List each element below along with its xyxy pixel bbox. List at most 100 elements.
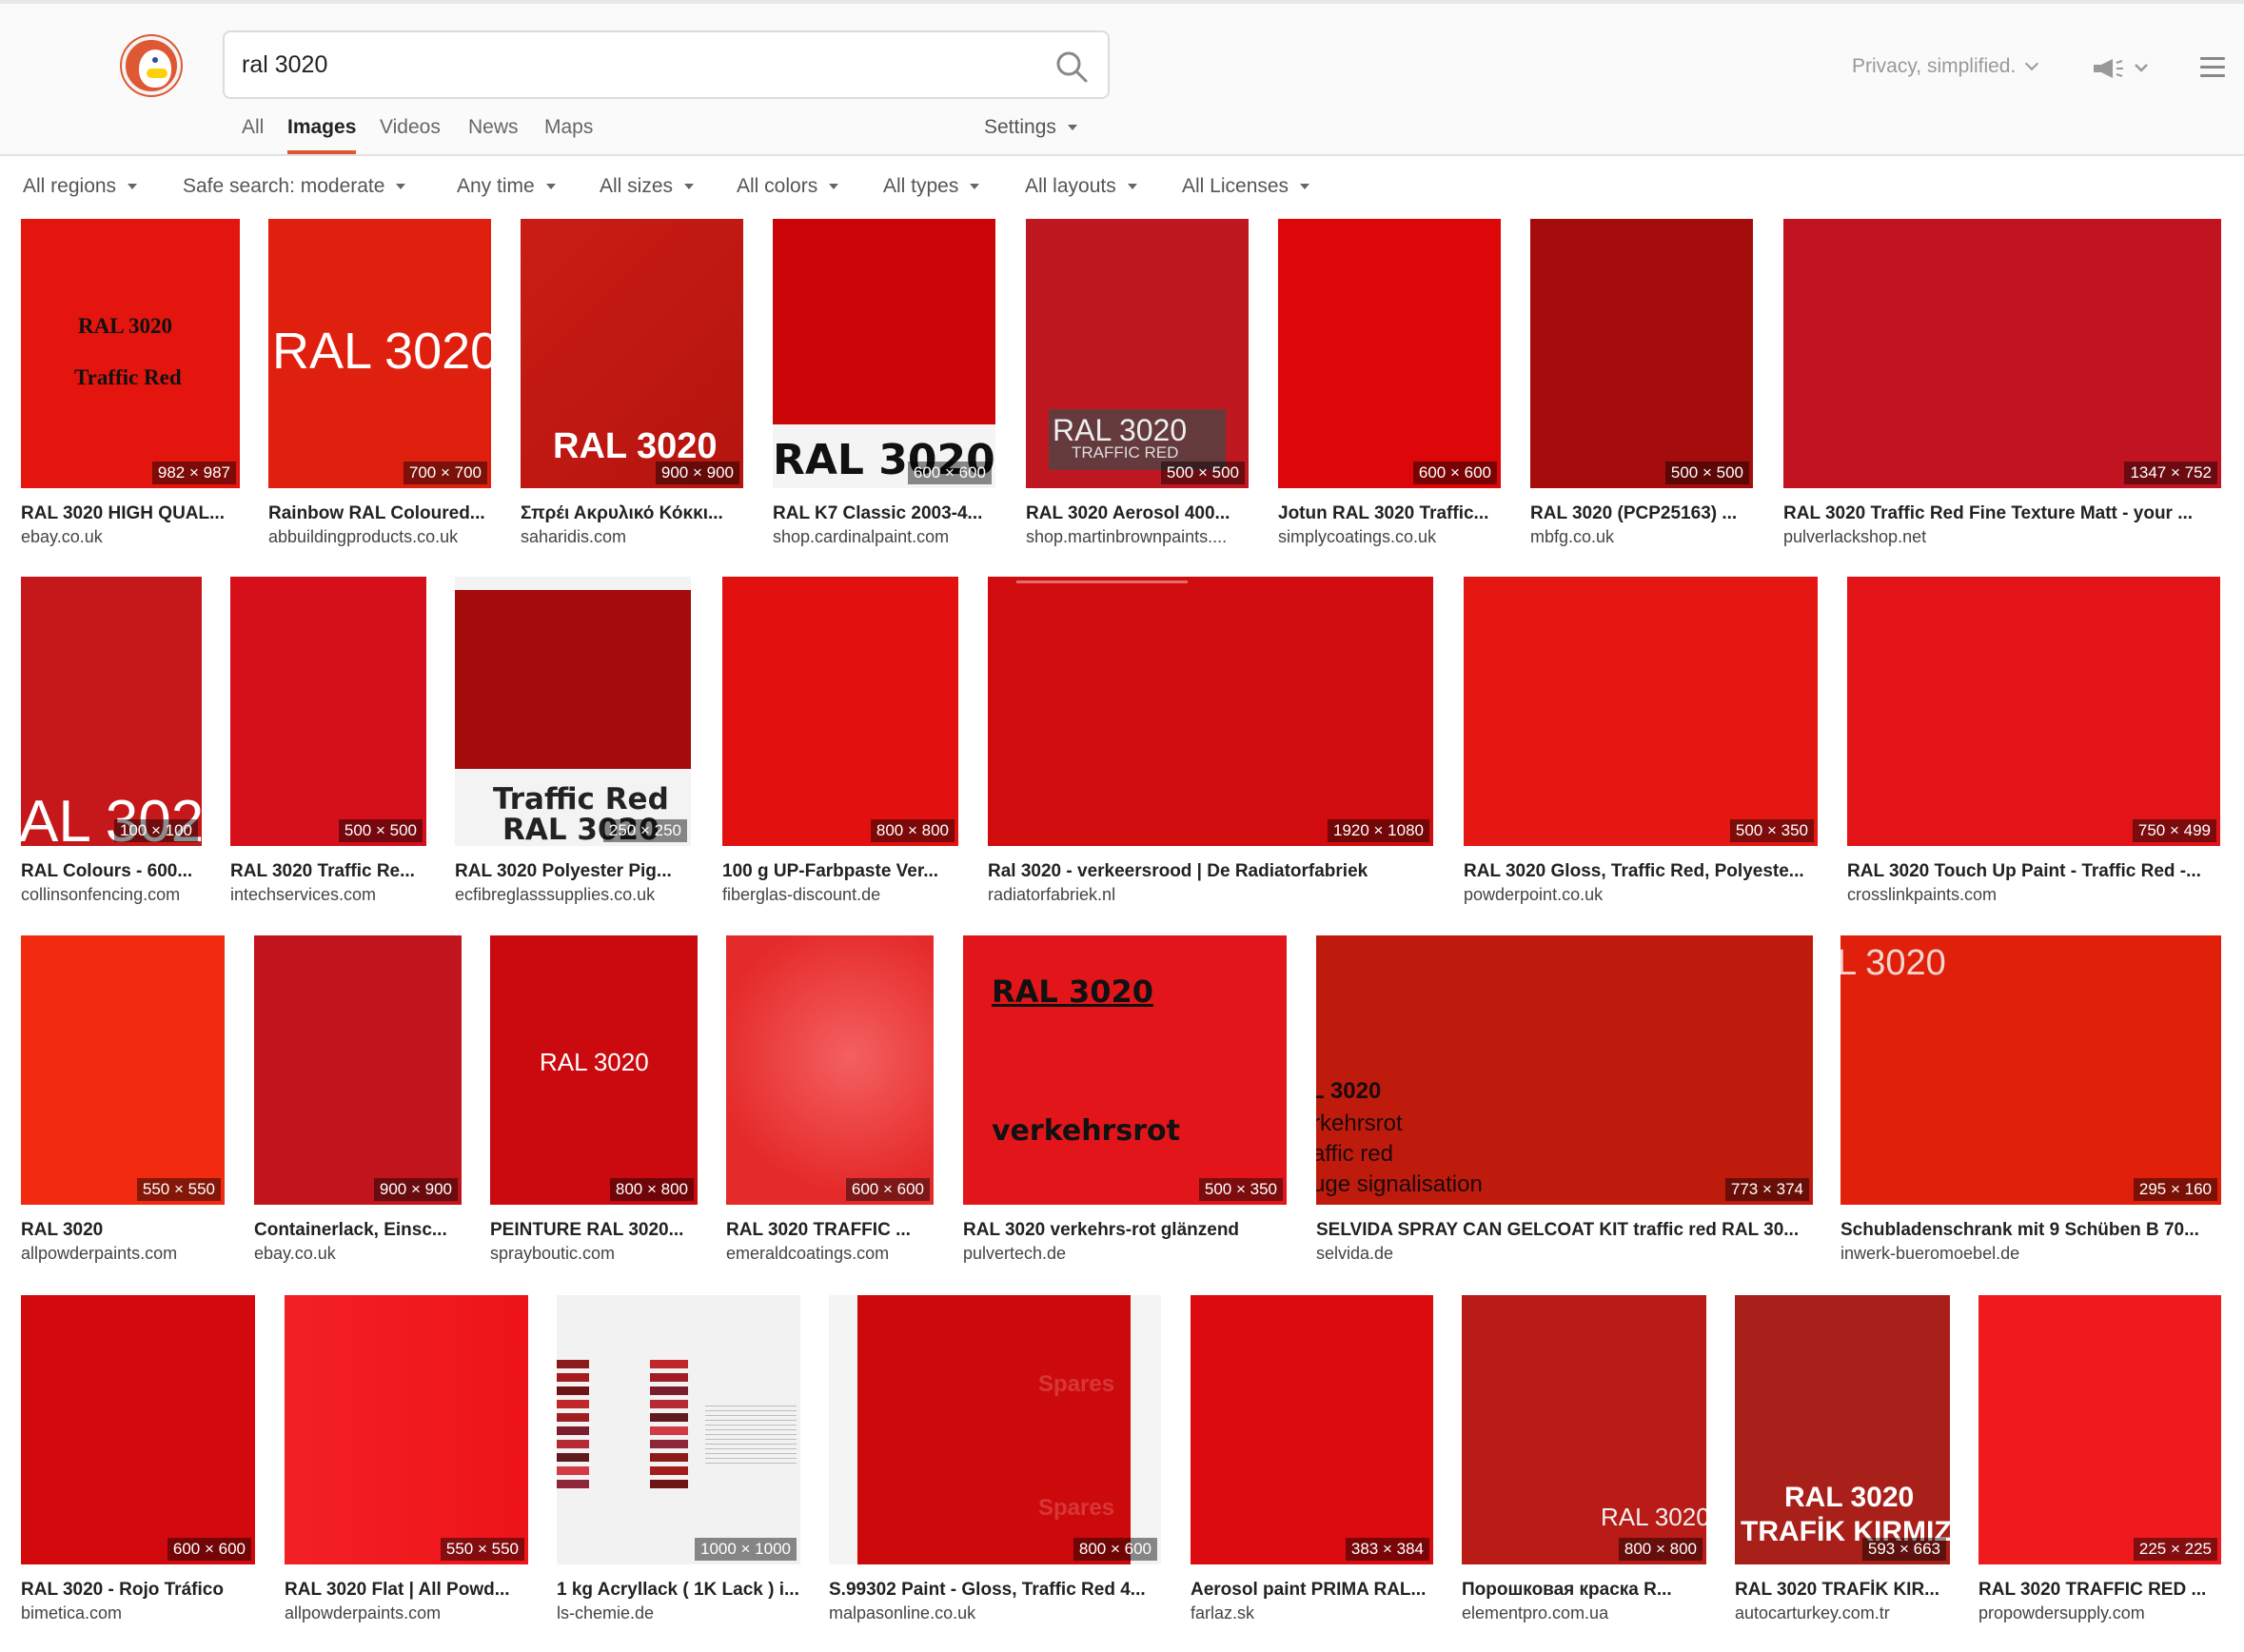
result-title[interactable]: RAL 3020 Touch Up Paint - Traffic Red -.… (1847, 861, 2220, 882)
result-thumbnail[interactable]: RAL 3020 900 × 900 (521, 219, 743, 488)
result-thumbnail[interactable]: 550 × 550 (285, 1295, 528, 1564)
result-thumbnail[interactable]: RAL 3020 verkehrsrot 500 × 350 (963, 935, 1287, 1205)
result-title[interactable]: 1 kg Acryllack ( 1K Lack ) i... (557, 1580, 800, 1601)
result-thumbnail[interactable]: 383 × 384 (1191, 1295, 1433, 1564)
result-title[interactable]: RAL 3020 (PCP25163) ... (1530, 503, 1753, 524)
result-source[interactable]: simplycoatings.co.uk (1278, 527, 1501, 547)
result-thumbnail[interactable]: 500 × 350 (1464, 577, 1818, 846)
result-thumbnail[interactable]: L 3020 rkehrsrot affic red uge signalisatio… (1316, 935, 1813, 1205)
result-source[interactable]: radiatorfabriek.nl (988, 885, 1433, 905)
result-title[interactable]: Containerlack, Einsc... (254, 1220, 462, 1241)
result-source[interactable]: ebay.co.uk (254, 1244, 462, 1264)
image-result-tile[interactable]: 1920 × 1080 Ral 3020 - verkeersrood | De … (988, 577, 1433, 911)
result-source[interactable]: inwerk-bueromoebel.de (1840, 1244, 2221, 1264)
result-source[interactable]: intechservices.com (230, 885, 426, 905)
result-source[interactable]: propowdersupply.com (1978, 1603, 2221, 1623)
result-thumbnail[interactable]: L 3020 295 × 160 (1840, 935, 2221, 1205)
result-source[interactable]: malpasonline.co.uk (829, 1603, 1161, 1623)
image-result-tile[interactable]: RAL 3020 600 × 600 RAL K7 Classic 2003-4..… (773, 219, 995, 553)
result-source[interactable]: bimetica.com (21, 1603, 255, 1623)
result-thumbnail[interactable]: 1000 × 1000 (557, 1295, 800, 1564)
result-thumbnail[interactable]: 225 × 225 (1978, 1295, 2221, 1564)
result-title[interactable]: Rainbow RAL Coloured... (268, 503, 491, 524)
image-result-tile[interactable]: RAL 3020 700 × 700 Rainbow RAL Coloured...… (268, 219, 491, 553)
result-title[interactable]: Schubladenschrank mit 9 Schüben B 70... (1840, 1220, 2221, 1241)
result-thumbnail[interactable]: 900 × 900 (254, 935, 462, 1205)
result-thumbnail[interactable]: 550 × 550 (21, 935, 225, 1205)
result-title[interactable]: Ral 3020 - verkeersrood | De Radiatorfab… (988, 861, 1433, 882)
result-title[interactable]: RAL 3020 - Rojo Tráfico (21, 1580, 255, 1601)
image-result-tile[interactable]: 550 × 550 RAL 3020 allpowderpaints.com (21, 935, 225, 1269)
image-result-tile[interactable]: L 3020 rkehrsrot affic red uge signalisatio… (1316, 935, 1813, 1269)
result-title[interactable]: RAL Colours - 600... (21, 861, 202, 882)
image-result-tile[interactable]: RAL 3020 800 × 800 Порошковая краска R... e… (1462, 1295, 1706, 1629)
result-title[interactable]: RAL 3020 verkehrs-rot glänzend (963, 1220, 1287, 1241)
result-source[interactable]: selvida.de (1316, 1244, 1813, 1264)
image-result-tile[interactable]: L 3020 295 × 160 Schubladenschrank mit 9 S… (1840, 935, 2221, 1269)
result-thumbnail[interactable]: 750 × 499 (1847, 577, 2220, 846)
image-result-tile[interactable]: 1000 × 1000 1 kg Acryllack ( 1K Lack ) i.… (557, 1295, 800, 1629)
image-result-tile[interactable]: RAL 3020 900 × 900 Σπρέι Ακρυλικό Κόκκι...… (521, 219, 743, 553)
image-result-tile[interactable]: 500 × 500 RAL 3020 (PCP25163) ... mbfg.co.… (1530, 219, 1753, 553)
result-title[interactable]: Σπρέι Ακρυλικό Κόκκι... (521, 503, 743, 524)
result-title[interactable]: RAL 3020 Aerosol 400... (1026, 503, 1249, 524)
result-title[interactable]: RAL 3020 TRAFİK KIR... (1735, 1580, 1950, 1601)
result-thumbnail[interactable]: RAL 3020 600 × 600 (773, 219, 995, 488)
result-source[interactable]: fiberglas-discount.de (722, 885, 958, 905)
result-source[interactable]: ebay.co.uk (21, 527, 240, 547)
result-title[interactable]: S.99302 Paint - Gloss, Traffic Red 4... (829, 1580, 1161, 1601)
image-result-tile[interactable]: 600 × 600 RAL 3020 TRAFFIC ... emeraldcoat… (726, 935, 934, 1269)
image-result-tile[interactable]: RAL 3020 TRAFİK KIRMIZI 593 × 663 RAL 3020 … (1735, 1295, 1950, 1629)
result-thumbnail[interactable]: 800 × 800 (722, 577, 958, 846)
result-source[interactable]: mbfg.co.uk (1530, 527, 1753, 547)
result-thumbnail[interactable]: Spares Spares 800 × 600 (829, 1295, 1161, 1564)
result-thumbnail[interactable]: 500 × 500 (230, 577, 426, 846)
result-title[interactable]: RAL 3020 HIGH QUAL... (21, 503, 240, 524)
image-result-tile[interactable]: 600 × 600 RAL 3020 - Rojo Tráfico bimetica… (21, 1295, 255, 1629)
image-result-tile[interactable]: 900 × 900 Containerlack, Einsc... ebay.co.… (254, 935, 462, 1269)
result-source[interactable]: shop.martinbrownpaints.... (1026, 527, 1249, 547)
result-title[interactable]: SELVIDA SPRAY CAN GELCOAT KIT traffic re… (1316, 1220, 1813, 1241)
result-source[interactable]: collinsonfencing.com (21, 885, 202, 905)
image-result-tile[interactable]: RAL 3020 800 × 800 PEINTURE RAL 3020... spr… (490, 935, 698, 1269)
result-source[interactable]: pulvertech.de (963, 1244, 1287, 1264)
image-result-tile[interactable]: 383 × 384 Aerosol paint PRIMA RAL... farla… (1191, 1295, 1433, 1629)
result-source[interactable]: allpowderpaints.com (21, 1244, 225, 1264)
result-source[interactable]: shop.cardinalpaint.com (773, 527, 995, 547)
result-source[interactable]: emeraldcoatings.com (726, 1244, 934, 1264)
result-source[interactable]: pulverlackshop.net (1783, 527, 2221, 547)
result-title[interactable]: RAL 3020 Traffic Red Fine Texture Matt -… (1783, 503, 2221, 524)
image-result-tile[interactable]: RAL 3020 verkehrsrot 500 × 350 RAL 3020 ver… (963, 935, 1287, 1269)
result-thumbnail[interactable]: 600 × 600 (726, 935, 934, 1205)
result-thumbnail[interactable]: RAL 3020 800 × 800 (1462, 1295, 1706, 1564)
image-result-tile[interactable]: 600 × 600 Jotun RAL 3020 Traffic... simply… (1278, 219, 1501, 553)
result-source[interactable]: ecfibreglasssupplies.co.uk (455, 885, 691, 905)
image-result-tile[interactable]: 225 × 225 RAL 3020 TRAFFIC RED ... propowd… (1978, 1295, 2221, 1629)
result-title[interactable]: RAL K7 Classic 2003-4... (773, 503, 995, 524)
result-title[interactable]: Jotun RAL 3020 Traffic... (1278, 503, 1501, 524)
result-thumbnail[interactable]: RAL 3020 TRAFİK KIRMIZI 593 × 663 (1735, 1295, 1950, 1564)
result-thumbnail[interactable]: 600 × 600 (1278, 219, 1501, 488)
result-title[interactable]: RAL 3020 TRAFFIC RED ... (1978, 1580, 2221, 1601)
image-result-tile[interactable]: 1347 × 752 RAL 3020 Traffic Red Fine Text… (1783, 219, 2221, 553)
result-source[interactable]: autocarturkey.com.tr (1735, 1603, 1950, 1623)
result-title[interactable]: Aerosol paint PRIMA RAL... (1191, 1580, 1433, 1601)
image-result-tile[interactable]: RAL 3020 Traffic Red 982 × 987 RAL 3020 HIG… (21, 219, 240, 553)
result-thumbnail[interactable]: AL 302 100 × 100 (21, 577, 202, 846)
result-title[interactable]: RAL 3020 (21, 1220, 225, 1241)
result-thumbnail[interactable]: RAL 3020 800 × 800 (490, 935, 698, 1205)
result-thumbnail[interactable]: RAL 3020 TRAFFIC RED 500 × 500 (1026, 219, 1249, 488)
result-source[interactable]: saharidis.com (521, 527, 743, 547)
result-thumbnail[interactable]: 600 × 600 (21, 1295, 255, 1564)
result-thumbnail[interactable]: RAL 3020 700 × 700 (268, 219, 491, 488)
image-result-tile[interactable]: 550 × 550 RAL 3020 Flat | All Powd... allp… (285, 1295, 528, 1629)
result-thumbnail[interactable]: 500 × 500 (1530, 219, 1753, 488)
image-result-tile[interactable]: 500 × 350 RAL 3020 Gloss, Traffic Red, Po… (1464, 577, 1818, 911)
result-source[interactable]: crosslinkpaints.com (1847, 885, 2220, 905)
result-thumbnail[interactable]: RAL 3020 Traffic Red 982 × 987 (21, 219, 240, 488)
result-thumbnail[interactable]: 1920 × 1080 (988, 577, 1433, 846)
result-thumbnail[interactable]: 1347 × 752 (1783, 219, 2221, 488)
image-result-tile[interactable]: 750 × 499 RAL 3020 Touch Up Paint - Traff… (1847, 577, 2220, 911)
result-title[interactable]: 100 g UP-Farbpaste Ver... (722, 861, 958, 882)
result-source[interactable]: powderpoint.co.uk (1464, 885, 1818, 905)
